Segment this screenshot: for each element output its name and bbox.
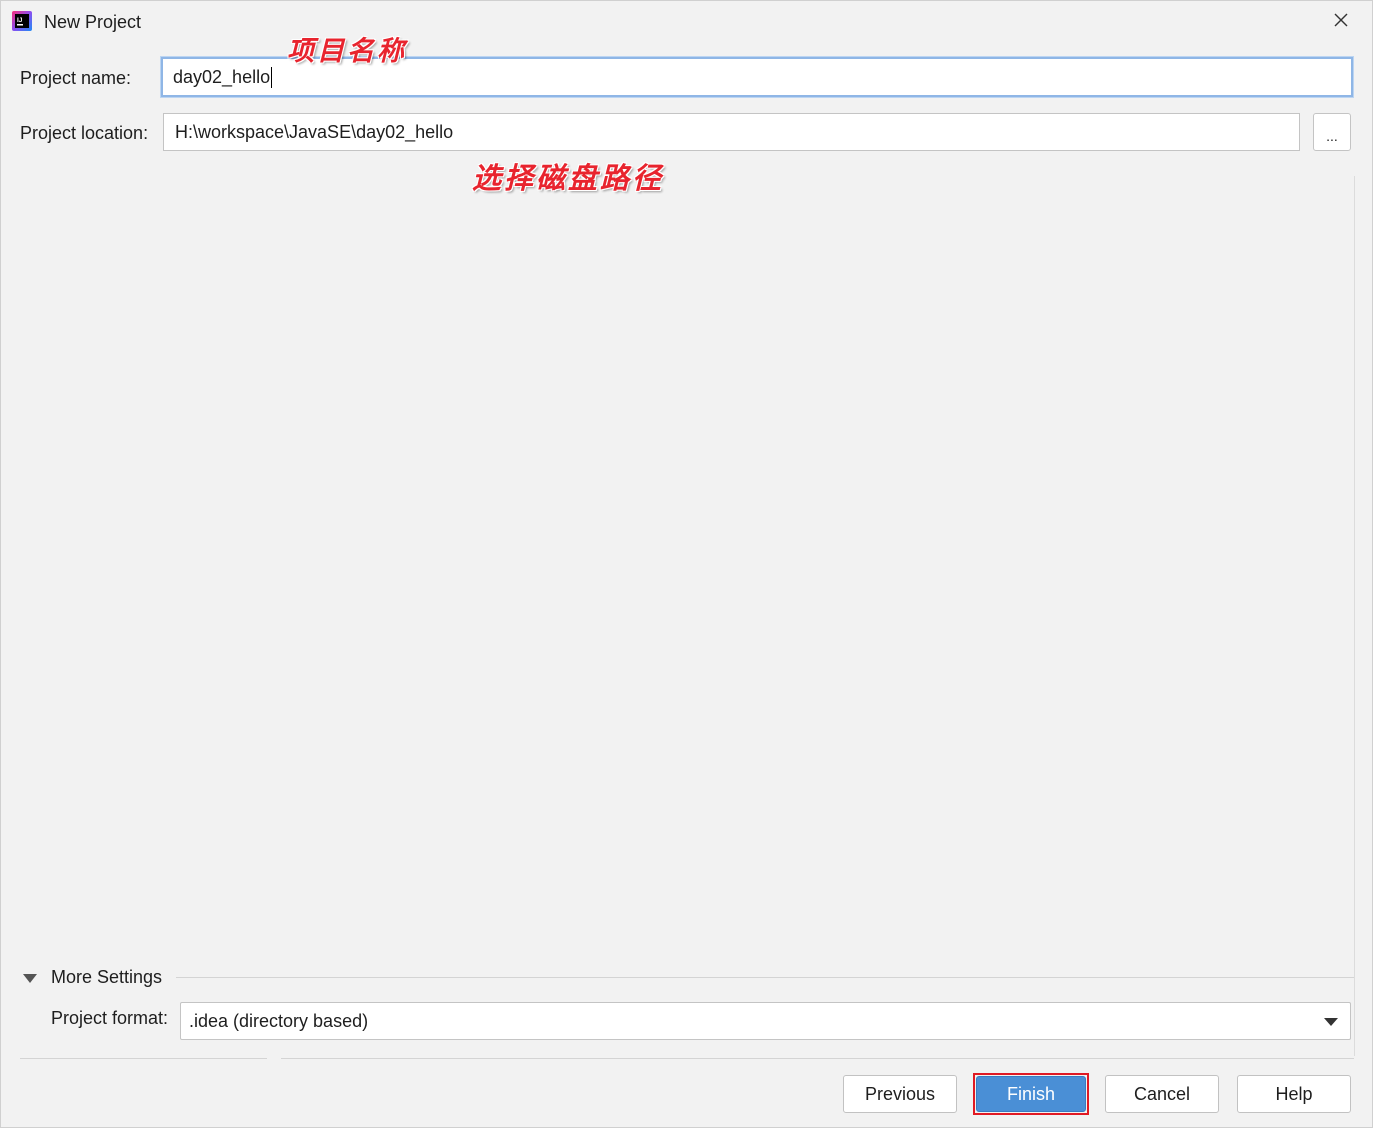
previous-button[interactable]: Previous — [843, 1075, 957, 1113]
intellij-idea-icon: IJ — [12, 11, 32, 31]
project-format-select[interactable]: .idea (directory based) — [180, 1002, 1351, 1040]
chevron-down-icon — [1324, 1018, 1338, 1026]
help-button-label: Help — [1275, 1083, 1313, 1104]
text-caret — [271, 66, 273, 88]
project-location-input[interactable]: H:\workspace\JavaSE\day02_hello — [163, 113, 1300, 151]
project-name-label: Project name: — [20, 68, 132, 88]
footer-divider-left — [20, 1058, 267, 1059]
svg-text:IJ: IJ — [17, 17, 23, 24]
close-icon — [1334, 13, 1348, 32]
previous-button-label: Previous — [864, 1083, 936, 1104]
project-name-annotation: 项目名称 — [287, 36, 407, 67]
footer-divider-right — [281, 1058, 1354, 1059]
cancel-button-label: Cancel — [1133, 1083, 1191, 1104]
finish-highlight-box — [973, 1073, 1089, 1115]
project-location-annotation: 选择磁盘路径 — [472, 161, 665, 195]
browse-label: ... — [1326, 128, 1338, 144]
browse-button[interactable]: ... — [1313, 113, 1351, 151]
content-panel-edge — [1354, 176, 1355, 1056]
project-format-label: Project format: — [51, 1008, 169, 1028]
project-name-value: day02_hello — [173, 66, 271, 87]
dialog-title: New Project — [44, 12, 142, 32]
project-location-value: H:\workspace\JavaSE\day02_hello — [175, 121, 454, 142]
title-bar: IJ New Project — [1, 1, 1372, 43]
project-format-value: .idea (directory based) — [189, 1010, 369, 1031]
more-settings-divider — [176, 977, 1354, 978]
help-button[interactable]: Help — [1237, 1075, 1351, 1113]
close-button[interactable] — [1328, 9, 1354, 35]
cancel-button[interactable]: Cancel — [1105, 1075, 1219, 1113]
collapse-triangle-icon — [23, 974, 37, 983]
more-settings-toggle[interactable]: More Settings — [23, 967, 162, 988]
project-location-label: Project location: — [20, 123, 149, 143]
more-settings-label: More Settings — [51, 967, 163, 987]
new-project-dialog: IJ New Project Project name: day02_hello… — [0, 0, 1373, 1128]
